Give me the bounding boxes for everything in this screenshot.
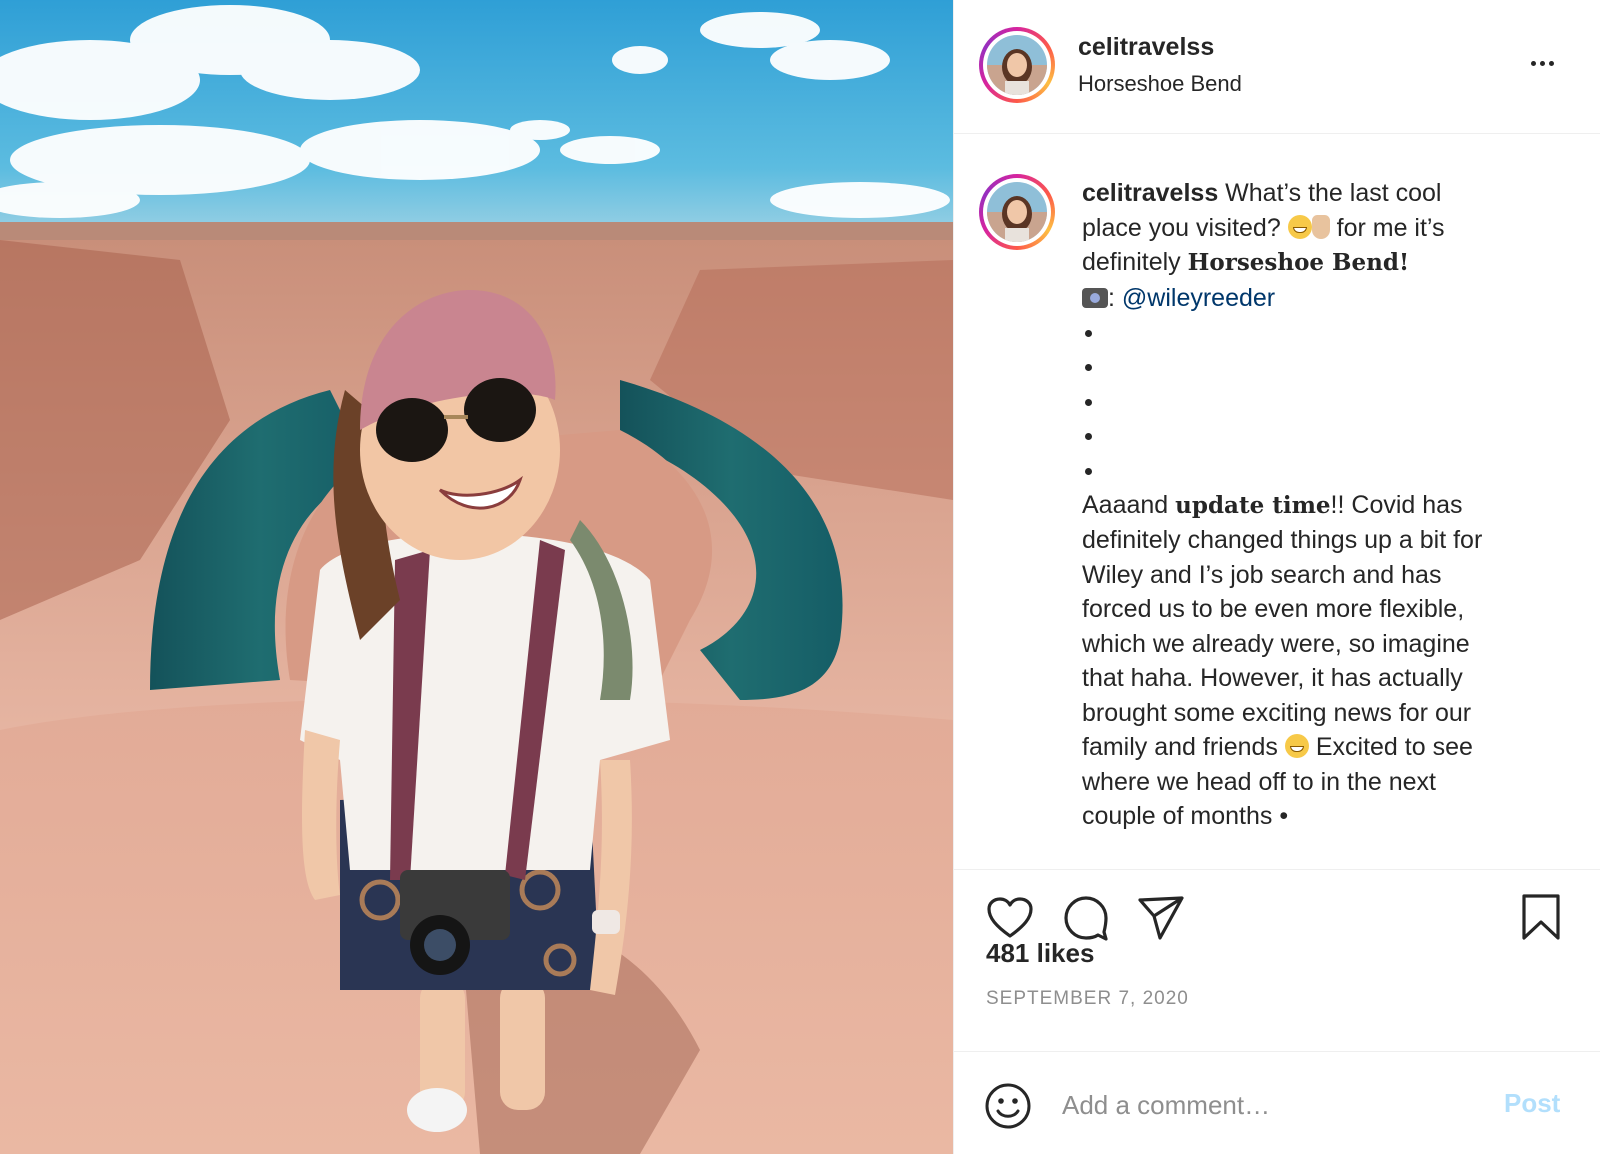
caption-text: place you visited? (1082, 213, 1281, 242)
caption-text: What’s the last cool (1225, 179, 1442, 207)
post-username[interactable]: celitravelss (1078, 33, 1214, 62)
bullet-dot (1082, 315, 1552, 350)
caption-line: which we already were, so imagine (1082, 629, 1470, 658)
paper-plane-icon[interactable] (1136, 894, 1186, 947)
caption-line: brought some exciting news for our (1082, 698, 1472, 727)
bullet-dot (1082, 384, 1552, 419)
post-date: SEPTEMBER 7, 2020 (986, 988, 1189, 1009)
grinning-emoji-icon (1287, 214, 1312, 239)
bullet-dot (1082, 350, 1552, 385)
caption-line: definitely changed things up a bit for (1082, 526, 1483, 554)
caption-line: Wiley and I’s job search and has (1082, 560, 1442, 589)
horseshoe-bend-photo (0, 0, 953, 1154)
caption-line: where we head off to in the next (1082, 767, 1436, 796)
bullet-dot (1082, 453, 1552, 488)
avatar[interactable] (979, 27, 1055, 103)
caption-username[interactable]: celitravelss (1082, 179, 1218, 207)
post-button[interactable]: Post (1504, 1088, 1560, 1119)
caption-area: celitravelss What’s the last cool place … (954, 134, 1600, 870)
post-location[interactable]: Horseshoe Bend (1078, 71, 1242, 97)
post-caption: celitravelss What’s the last cool place … (1082, 176, 1552, 834)
post-header: celitravelss Horseshoe Bend (954, 0, 1600, 134)
avatar-photo (987, 35, 1047, 95)
mention-link[interactable]: @wileyreeder (1122, 284, 1275, 312)
caption-text: !! Covid has (1330, 490, 1463, 519)
bookmark-icon[interactable] (1520, 892, 1562, 947)
post-photo[interactable] (0, 0, 953, 1154)
caption-bold-text: Horseshoe Bend (1187, 249, 1399, 276)
camera-flash-emoji-icon (1082, 287, 1108, 308)
post-sidebar: celitravelss Horseshoe Bend celitravelss… (953, 0, 1600, 1154)
grinning-emoji-icon (1284, 734, 1309, 758)
peace-hand-emoji-icon (1311, 214, 1330, 239)
caption-avatar[interactable] (979, 174, 1055, 250)
more-options-icon[interactable] (1520, 48, 1564, 78)
comment-bar: Post (954, 1052, 1600, 1154)
caption-text: Excited to see (1315, 733, 1473, 761)
caption-bold-text: update time (1175, 491, 1331, 519)
caption-line: couple of months • (1082, 802, 1289, 830)
caption-line: forced us to be even more flexible, (1082, 595, 1465, 623)
caption-text: family and friends (1082, 733, 1278, 761)
comment-input[interactable] (1060, 1082, 1484, 1128)
bullet-dot (1082, 419, 1552, 454)
like-count[interactable]: 481 likes (986, 938, 1094, 969)
smiley-icon[interactable] (984, 1082, 1032, 1135)
caption-text: ! (1398, 249, 1410, 276)
caption-text: definitely (1082, 248, 1181, 276)
caption-text: for me it’s (1336, 213, 1445, 242)
caption-text: Aaaand (1082, 490, 1169, 519)
avatar-photo (987, 182, 1047, 242)
caption-line: that haha. However, it has actually (1082, 664, 1463, 692)
post-actions: 481 likes SEPTEMBER 7, 2020 (954, 870, 1600, 1052)
caption-text: : (1108, 283, 1115, 312)
